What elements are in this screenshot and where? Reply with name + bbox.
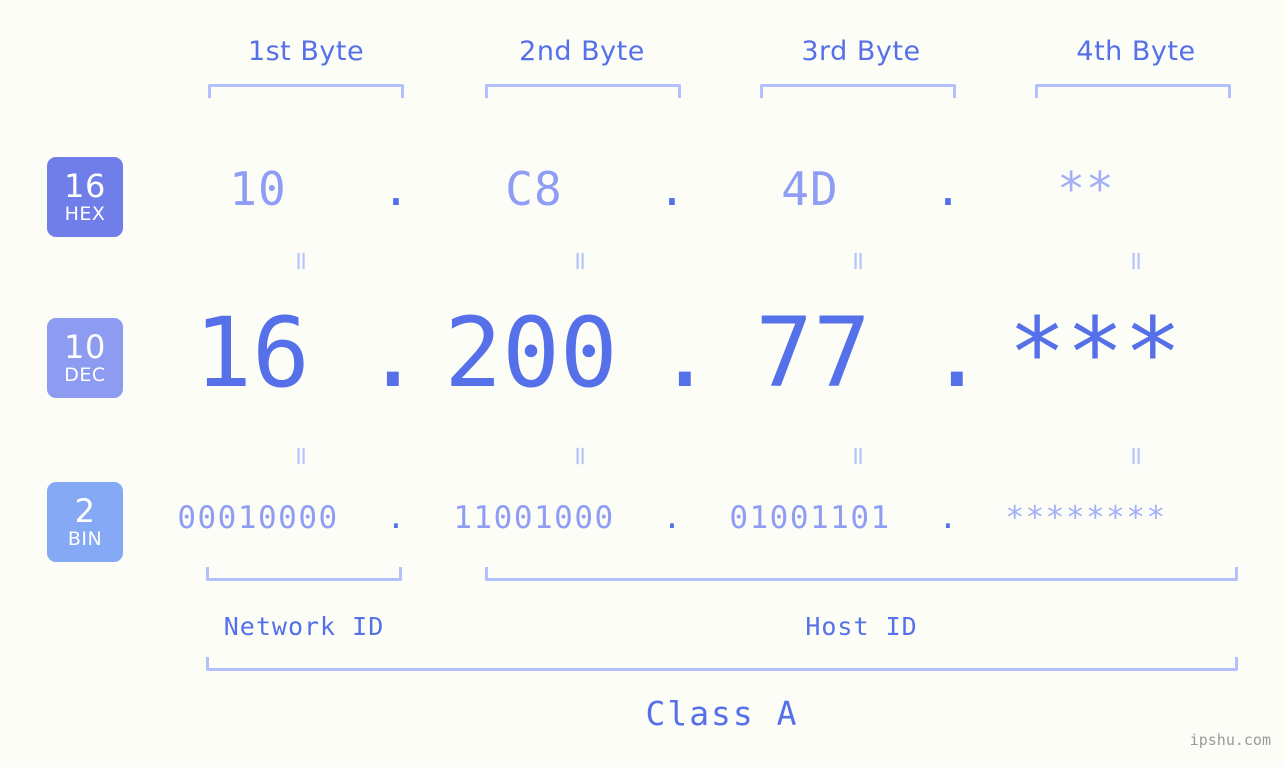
byte-bracket-4 bbox=[1035, 84, 1231, 98]
radix-badge-hex-number: 16 bbox=[64, 167, 106, 205]
radix-badge-hex-name: HEX bbox=[64, 203, 106, 225]
hex-separator-3: . bbox=[934, 162, 962, 216]
dec-value-row: 16 . 200 . 77 . *** bbox=[140, 292, 1285, 414]
bin-byte-1: 00010000 bbox=[177, 500, 339, 536]
dec-byte-3: 77 bbox=[755, 297, 871, 409]
bin-byte-3: 01001101 bbox=[729, 500, 891, 536]
bin-value-row: 00010000 . 11001000 . 01001101 . *******… bbox=[140, 487, 1285, 549]
hex-separator-1: . bbox=[382, 162, 410, 216]
equals-connector-hex-dec-3: = bbox=[843, 250, 873, 272]
host-id-label: Host ID bbox=[805, 612, 918, 641]
dec-byte-2: 200 bbox=[444, 297, 618, 409]
equals-connector-hex-dec-4: = bbox=[1121, 250, 1151, 272]
hex-byte-4: ** bbox=[1057, 162, 1115, 216]
radix-badge-bin-number: 2 bbox=[74, 492, 96, 530]
dec-separator-3: . bbox=[928, 297, 986, 409]
radix-badge-hex: 16 HEX bbox=[47, 157, 123, 237]
equals-connector-dec-bin-2: = bbox=[565, 445, 595, 467]
hex-separator-2: . bbox=[658, 162, 686, 216]
bin-byte-4: ******** bbox=[1005, 500, 1167, 536]
host-id-bracket bbox=[485, 567, 1238, 581]
radix-badge-dec-name: DEC bbox=[64, 364, 106, 386]
byte-header-3: 3rd Byte bbox=[801, 36, 921, 67]
dec-separator-2: . bbox=[656, 297, 714, 409]
bin-separator-1: . bbox=[386, 500, 406, 536]
bin-byte-2: 11001000 bbox=[453, 500, 615, 536]
byte-bracket-1 bbox=[208, 84, 404, 98]
byte-header-4: 4th Byte bbox=[1076, 36, 1196, 67]
ip-address-breakdown-diagram: 1st Byte 2nd Byte 3rd Byte 4th Byte 16 H… bbox=[0, 0, 1285, 767]
dec-separator-1: . bbox=[364, 297, 422, 409]
bin-separator-2: . bbox=[662, 500, 682, 536]
hex-byte-1: 10 bbox=[229, 162, 287, 216]
bin-separator-3: . bbox=[938, 500, 958, 536]
radix-badge-bin-name: BIN bbox=[67, 528, 103, 550]
network-id-bracket bbox=[206, 567, 402, 581]
dec-byte-1: 16 bbox=[194, 297, 310, 409]
radix-badge-dec-number: 10 bbox=[64, 328, 106, 366]
hex-byte-2: C8 bbox=[505, 162, 563, 216]
radix-badge-dec: 10 DEC bbox=[47, 318, 123, 398]
byte-bracket-2 bbox=[485, 84, 681, 98]
site-watermark: ipshu.com bbox=[1189, 731, 1271, 749]
equals-connector-dec-bin-1: = bbox=[286, 445, 316, 467]
dec-byte-4: *** bbox=[1008, 297, 1182, 409]
radix-badge-bin: 2 BIN bbox=[47, 482, 123, 562]
class-bracket bbox=[206, 657, 1238, 671]
hex-value-row: 10 . C8 . 4D . ** bbox=[140, 146, 1285, 232]
byte-header-2: 2nd Byte bbox=[519, 36, 645, 67]
class-label: Class A bbox=[645, 694, 799, 733]
byte-header-1: 1st Byte bbox=[247, 36, 365, 67]
hex-byte-3: 4D bbox=[781, 162, 839, 216]
equals-connector-dec-bin-4: = bbox=[1121, 445, 1151, 467]
equals-connector-dec-bin-3: = bbox=[843, 445, 873, 467]
byte-bracket-3 bbox=[760, 84, 956, 98]
equals-connector-hex-dec-1: = bbox=[286, 250, 316, 272]
equals-connector-hex-dec-2: = bbox=[565, 250, 595, 272]
network-id-label: Network ID bbox=[223, 612, 385, 641]
